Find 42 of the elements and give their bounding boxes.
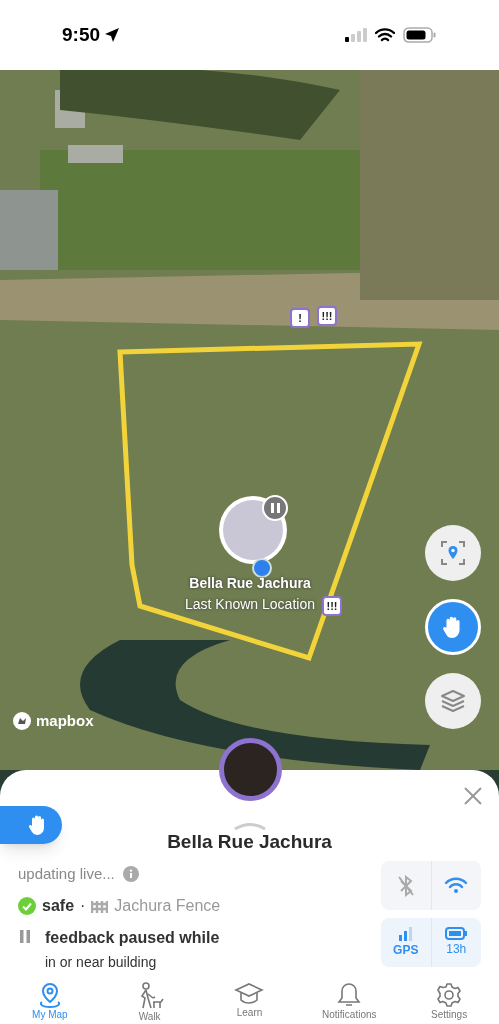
graduation-cap-icon <box>234 982 265 1006</box>
clock-time: 9:50 <box>62 22 101 47</box>
nav-tab[interactable]: Notifications <box>299 982 400 1023</box>
pet-name-label: Bella Rue Jachura <box>189 574 311 593</box>
recenter-location-icon <box>441 541 465 565</box>
info-icon[interactable] <box>122 866 139 883</box>
layers-icon <box>440 689 466 713</box>
nav-tab[interactable]: My Map <box>0 982 100 1023</box>
battery-icon <box>445 927 468 940</box>
safety-status: safe <box>42 896 75 916</box>
alert-marker[interactable]: !!! <box>322 596 342 616</box>
map-pin-icon <box>37 982 62 1008</box>
battery-icon <box>403 27 437 43</box>
gps-label: GPS <box>393 941 419 959</box>
separator-dot: · <box>80 896 86 916</box>
settings-icon <box>436 982 463 1008</box>
expand-handle-icon[interactable] <box>234 820 266 830</box>
close-icon[interactable] <box>463 786 483 806</box>
nav-tab[interactable]: Settings <box>399 982 499 1023</box>
map-attribution: mapbox <box>36 711 94 731</box>
alert-marker[interactable]: !!! <box>317 306 337 326</box>
update-status-text: updating live... <box>18 864 115 884</box>
fence-icon <box>91 899 109 913</box>
alert-marker[interactable]: ! <box>290 308 310 328</box>
nav-tab[interactable]: Walk <box>99 982 200 1023</box>
cellular-signal-icon <box>345 28 367 42</box>
wifi-icon <box>375 27 395 43</box>
pause-icon <box>20 930 30 943</box>
mapbox-logo-icon <box>12 711 32 732</box>
battery-time: 13h <box>446 941 467 958</box>
gps-signal-icon <box>398 926 413 941</box>
location-status-label: Last Known Location <box>185 595 315 614</box>
checkmark-circle-icon <box>18 897 36 915</box>
satellite-map[interactable]: ! !!! !!! Bella Rue Jachura Last Known Location mapbox <box>0 70 499 770</box>
hand-button[interactable] <box>0 806 62 844</box>
fence-name[interactable]: Jachura Fence <box>114 894 221 918</box>
feedback-detail: in or near building <box>45 953 158 972</box>
location-arrow-icon <box>104 27 121 43</box>
nav-tab[interactable]: Learn <box>199 982 300 1023</box>
bell-icon <box>337 982 362 1008</box>
feedback-status: feedback paused while <box>45 928 220 948</box>
pet-name-title: Bella Rue Jachura <box>166 830 333 854</box>
